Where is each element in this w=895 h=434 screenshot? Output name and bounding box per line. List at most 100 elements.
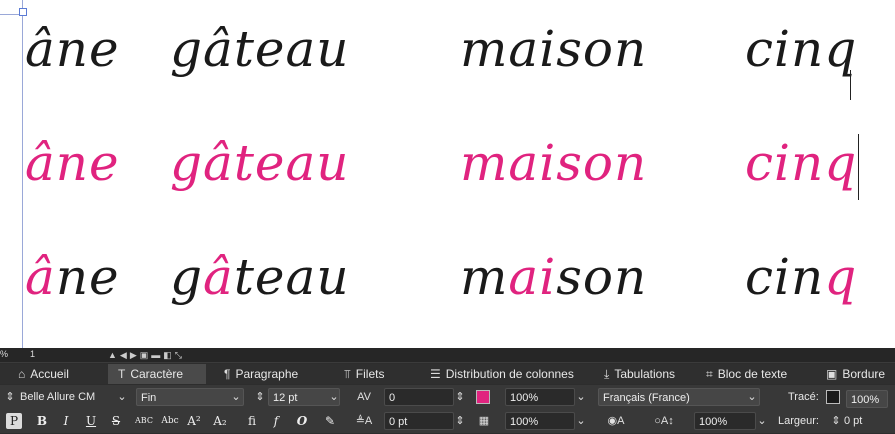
text-frame-icon: ⌗ [706,367,713,381]
style-button-strikethrough[interactable]: S [108,413,124,429]
tab-bordure[interactable]: ▣ Bordure [826,364,885,384]
width-label: Largeur: [778,415,819,427]
word-ane-pink[interactable]: âne [25,138,120,188]
style-button-swash[interactable]: 𝑓 [268,413,284,429]
chevron-down-icon[interactable]: ⌄ [230,388,242,406]
word-ane-black[interactable]: âne [25,24,120,74]
frame-handle[interactable] [19,8,27,16]
columns-icon: ☰ [430,367,441,381]
chevron-down-icon[interactable]: ⌄ [328,388,340,406]
tab-label: Tabulations [614,367,676,381]
pilcrow-icon: ¶ [224,367,231,381]
word-cinq-pink[interactable]: cinq [745,138,857,188]
tab-bloc-de-texte[interactable]: ⌗ Bloc de texte [706,364,787,384]
style-button-superscript[interactable]: A² [186,413,202,429]
tab-accueil[interactable]: ⌂ Accueil [18,364,69,384]
kerning-icon: AV [357,391,371,403]
style-button-subscript[interactable]: A₂ [212,413,228,429]
chevron-down-icon[interactable]: ⌄ [756,412,768,430]
fill-scale-field[interactable]: 100% [505,388,575,406]
zoom-readout[interactable]: % [0,349,8,359]
chevron-down-icon[interactable]: ⌄ [746,388,758,406]
word-post: son [556,248,648,306]
word-pre: m [460,248,509,306]
word-highlight: q [824,248,858,306]
stepper-icon[interactable]: ⇕ [454,412,466,430]
radio-selected-icon[interactable]: ◉A [602,412,630,430]
vertical-scale-field[interactable]: 100% [694,412,756,430]
controls-row-2: P B I U S ABC Abc A² A₂ fi 𝑓 O ✎ ≜A 0 pt… [0,409,895,433]
font-family-select[interactable]: Belle Allure CM [20,388,95,406]
stroke-scale-field[interactable]: 100% [846,390,888,408]
rule-icon: ⫪ [344,367,351,381]
tab-tabulations[interactable]: ⤓ Tabulations [604,364,675,384]
tab-paragraphe[interactable]: ¶ Paragraphe [224,364,298,384]
tab-label: Distribution de colonnes [445,367,574,381]
word-highlight: â [25,248,56,306]
word-cinq-black[interactable]: cinq [745,24,857,74]
chevron-down-icon[interactable]: ⌄ [575,388,587,406]
word-maison-black[interactable]: maison [460,24,647,74]
word-highlight: â [203,248,234,306]
word-pre: g [170,248,204,306]
word-cinq-mixed[interactable]: cinq [745,252,857,302]
tab-label: Paragraphe [235,367,299,381]
style-button-bold[interactable]: B [34,413,50,429]
tab-label: Caractère [130,367,184,381]
chevron-down-icon[interactable]: ⌄ [575,412,587,430]
chevron-down-icon[interactable]: ⌄ [116,388,128,406]
word-gateau-mixed[interactable]: gâteau [170,252,350,302]
page-navigation-icons[interactable]: ▲◀▶▣▬◧⤡ [108,350,185,361]
text-caret-tail [850,70,851,100]
border-icon: ▣ [826,367,838,381]
width-field[interactable]: 0 pt [844,412,862,430]
stepper-icon[interactable]: ⇕ [4,388,16,406]
controls-row-1: ⇕ Belle Allure CM ⌄ Fin ⌄ ⇕ 12 pt ⌄ AV 0… [0,385,895,409]
radio-unselected-icon[interactable]: ○A↕ [644,412,684,430]
style-button-italic[interactable]: I [58,413,74,429]
fill-color-swatch[interactable] [476,390,490,404]
style-button-ligature[interactable]: fi [244,413,260,429]
status-bar: % 1 ▲◀▶▣▬◧⤡ [0,348,895,363]
home-icon: ⌂ [18,367,26,381]
style-button-all-caps[interactable]: ABC [134,413,154,429]
document-canvas[interactable]: âne gâteau maison cinq âne gâteau maison… [0,0,895,348]
stroke-label: Tracé: [788,391,819,403]
word-gateau-pink[interactable]: gâteau [170,138,350,188]
language-select[interactable]: Français (France) [598,388,760,406]
word-post: ne [55,248,120,306]
word-ane-mixed[interactable]: âne [25,252,120,302]
word-pre: cin [745,248,825,306]
style-button-edit[interactable]: ✎ [322,413,338,429]
tab-filets[interactable]: ⫪ Filets [344,364,384,384]
style-button-oblique[interactable]: O [294,413,310,429]
stroke-color-swatch[interactable] [826,390,840,404]
stepper-icon[interactable]: ⇕ [454,388,466,406]
type-tool-icon: T [118,367,126,381]
page-number[interactable]: 1 [30,349,35,359]
stepper-icon[interactable]: ⇕ [830,412,842,430]
baseline-shift-icon: ≜A [355,415,373,427]
tab-distribution-colonnes[interactable]: ☰ Distribution de colonnes [430,364,574,384]
kerning-field[interactable]: 0 [384,388,454,406]
tab-label: Bloc de texte [717,367,788,381]
horizontal-scale-field[interactable]: 100% [505,412,575,430]
panel-tabs: ⌂ Accueil T Caractère ¶ Paragraphe ⫪ Filets … [0,364,895,384]
style-button-underline[interactable]: U [83,413,99,429]
style-button-small-caps[interactable]: Abc [160,413,180,429]
stepper-icon[interactable]: ⇕ [254,388,266,406]
style-button-regular[interactable]: P [6,413,22,429]
margin-guide-vertical [22,0,23,348]
tab-caractere[interactable]: T Caractère [108,364,206,384]
word-maison-pink[interactable]: maison [460,138,647,188]
tab-label: Accueil [30,367,69,381]
font-style-select[interactable]: Fin [136,388,244,406]
word-maison-mixed[interactable]: maison [460,252,647,302]
word-highlight: ai [508,248,557,306]
word-gateau-black[interactable]: gâteau [170,24,350,74]
tab-stop-icon: ⤓ [604,367,610,381]
text-caret [858,134,859,200]
baseline-shift-field[interactable]: 0 pt [384,412,454,430]
scale-grid-icon[interactable]: ▦ [476,412,492,430]
tab-label: Filets [355,367,385,381]
